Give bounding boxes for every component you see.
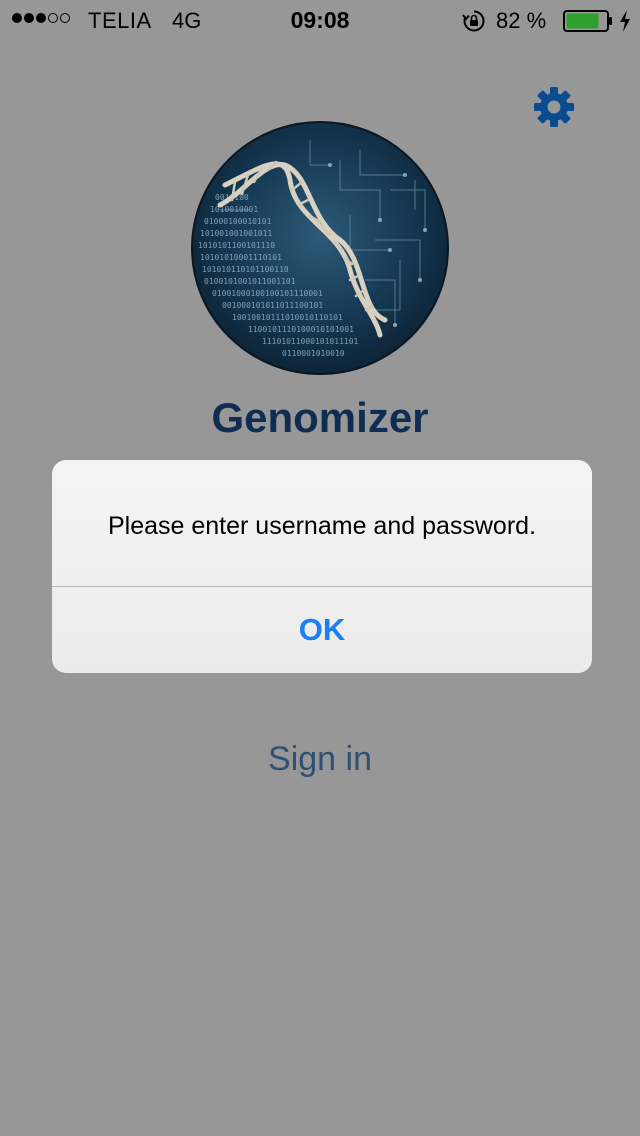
svg-text:0110001010010: 0110001010010: [282, 349, 345, 358]
battery-icon: [563, 10, 612, 32]
alert-message: Please enter username and password.: [107, 512, 537, 540]
svg-text:001000101011011100101: 001000101011011100101: [222, 301, 323, 310]
ok-button[interactable]: OK: [52, 587, 592, 673]
alert-dialog: Please enter username and password. OK: [52, 460, 592, 673]
charging-bolt-icon: [620, 10, 630, 32]
svg-text:101001001001011: 101001001001011: [200, 229, 272, 238]
rotation-lock-icon: [462, 10, 485, 32]
svg-text:11101011000101011101: 11101011000101011101: [262, 337, 359, 346]
dna-binary-logo: 0010100 1010010001 01000100010101 101001…: [191, 121, 449, 375]
app-title: Genomizer: [211, 394, 429, 441]
gear-icon[interactable]: [533, 86, 575, 128]
svg-text:10101010001110101: 10101010001110101: [200, 253, 282, 262]
svg-text:101010110101100110: 101010110101100110: [202, 265, 289, 274]
sign-in-button[interactable]: Sign in: [0, 740, 640, 779]
svg-text:1100101110100010101001: 1100101110100010101001: [248, 325, 354, 334]
svg-text:1010101100101110: 1010101100101110: [198, 241, 275, 250]
battery-percentage: 82 %: [496, 8, 547, 33]
svg-text:0100101001011001101: 0100101001011001101: [204, 277, 296, 286]
svg-text:10010010111010010110101: 10010010111010010110101: [232, 313, 343, 322]
svg-text:01000100010101: 01000100010101: [204, 217, 272, 226]
svg-text:1010010001: 1010010001: [210, 205, 258, 214]
status-bar: TELIA 4G 09:08 82 %: [0, 0, 640, 40]
svg-text:01001000100100101110001: 01001000100100101110001: [212, 289, 323, 298]
